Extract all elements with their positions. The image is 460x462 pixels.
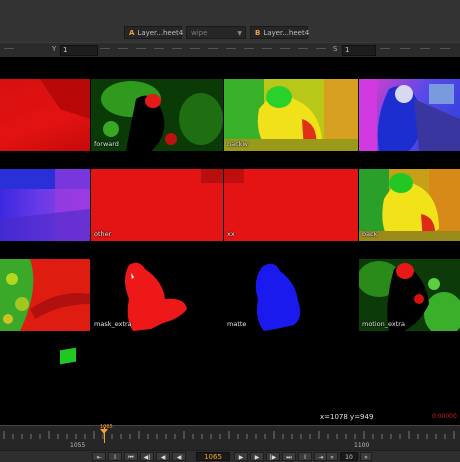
divider-tick: [154, 48, 164, 52]
scale-field[interactable]: 1: [342, 45, 376, 56]
tile-label: motion_extra: [362, 320, 405, 328]
channel-tile-xx: xx: [224, 169, 358, 241]
divider-tick: [100, 48, 110, 52]
divider-tick: [420, 48, 430, 52]
divider-tick: [280, 48, 290, 52]
tile-image: [40, 79, 90, 119]
color-swatch: [60, 347, 76, 365]
divider-tick: [136, 48, 146, 52]
tile-label: other: [94, 230, 112, 238]
pixel-value: 0.00000: [432, 413, 457, 420]
channel-tile-uv: [0, 169, 90, 241]
tile-label: xx: [227, 230, 235, 238]
viewer-toolbar: A Layer...heet4 wipe ▼ B Layer...heet4: [0, 0, 460, 42]
input-b-name: Layer...heet4: [263, 29, 310, 37]
y-field[interactable]: 1: [60, 45, 98, 56]
timeline-ruler[interactable]: [0, 430, 460, 440]
tile-label: matte: [227, 320, 247, 328]
timeline-start-label: 1055: [70, 442, 86, 449]
tile-label: backw: [227, 140, 248, 148]
scale-label: S: [333, 45, 338, 53]
input-a-name: Layer...heet4: [137, 29, 184, 37]
playhead-line[interactable]: [104, 427, 105, 443]
y-label: Y: [52, 45, 57, 53]
timeline-end-label: 1100: [354, 442, 370, 449]
divider-tick: [208, 48, 218, 52]
input-b-selector[interactable]: B Layer...heet4: [250, 26, 310, 39]
channel-tile-motion-extra: motion_extra: [359, 259, 460, 331]
channel-tile-matte: matte: [224, 259, 358, 331]
input-b-letter: B: [255, 29, 261, 37]
pixel-coordinates: x=1078 y=949: [320, 413, 374, 421]
channel-tile-backward: backw: [224, 79, 358, 151]
divider-tick: [380, 48, 390, 52]
divider-tick: [262, 48, 272, 52]
channel-tile-mask-extra: mask_extra: [91, 259, 223, 331]
tile-label: back: [362, 230, 378, 238]
divider-tick: [244, 48, 254, 52]
viewer-canvas[interactable]: forward backw other xx back mask_extra m…: [0, 57, 460, 425]
channel-tile-rgba: [0, 79, 90, 151]
transport-controls: ⇤ I ⏮ ◀| ◀ ◀ 1065 ▶ ▶ |▶ ⏭ I ⇥ « 10 »: [0, 450, 460, 462]
divider-tick: [190, 48, 200, 52]
channel-tile-vectors: [359, 79, 460, 151]
channel-tile-other: other: [91, 169, 223, 241]
blend-mode-select[interactable]: wipe ▼: [186, 26, 246, 39]
tile-image: [359, 79, 460, 151]
input-a-letter: A: [129, 29, 135, 37]
divider-tick: [226, 48, 236, 52]
channel-tile-forward: forward: [91, 79, 223, 151]
timeline[interactable]: 1065 1055 1100 ⇤ I ⏮ ◀| ◀ ◀ 1065 ▶ ▶ |▶ …: [0, 424, 460, 462]
tile-image: [0, 169, 90, 241]
chevron-down-icon: ▼: [237, 30, 242, 37]
blend-mode-value: wipe: [191, 29, 208, 37]
channel-tile-back: back: [359, 169, 460, 241]
tile-image: [0, 259, 90, 331]
divider-tick: [440, 48, 450, 52]
tile-label: mask_extra: [94, 320, 132, 328]
divider-tick: [316, 48, 326, 52]
tile-image: [224, 169, 244, 183]
divider-tick: [118, 48, 128, 52]
channel-tile-depth: [0, 259, 90, 331]
divider-tick: [172, 48, 182, 52]
viewer-controls-row: Y 1 S 1: [0, 42, 460, 58]
divider-tick: [298, 48, 308, 52]
tile-label: forward: [94, 140, 119, 148]
divider-tick: [400, 48, 410, 52]
input-a-selector[interactable]: A Layer...heet4: [124, 26, 184, 39]
gain-slider-icon[interactable]: [4, 48, 14, 52]
